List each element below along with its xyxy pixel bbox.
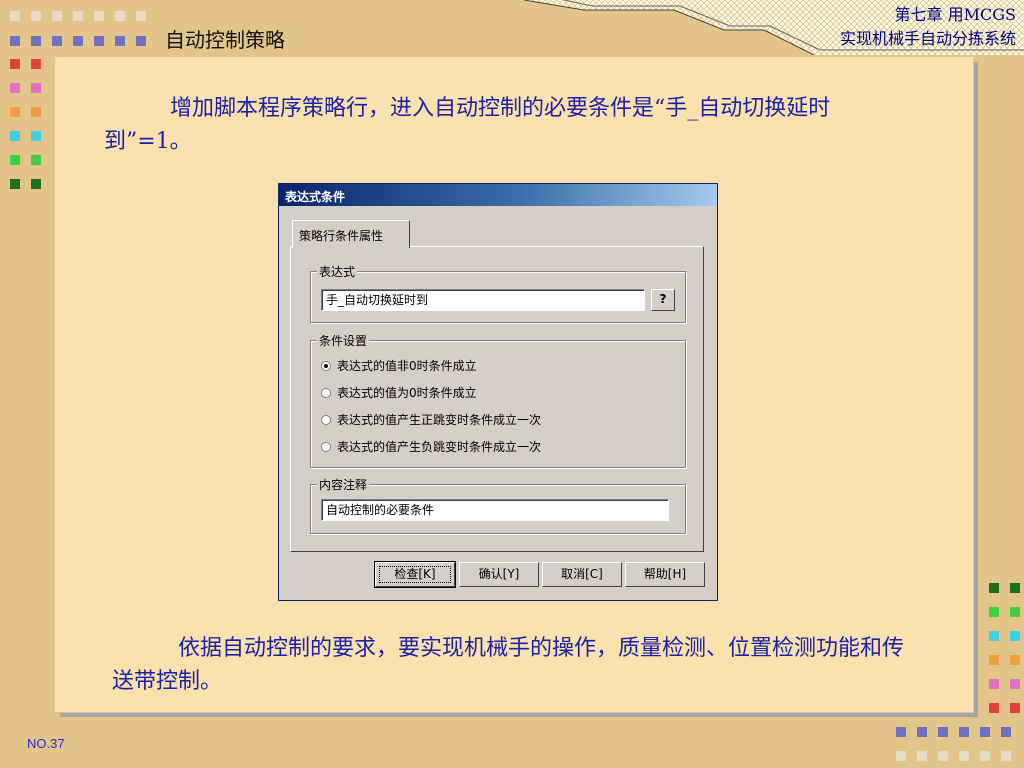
decor-square [73, 36, 83, 46]
decor-square [896, 751, 906, 761]
decor-square [31, 59, 41, 69]
decor-square [52, 36, 62, 46]
check-button[interactable]: 检查[K] [374, 561, 456, 588]
decor-square [989, 655, 999, 665]
decor-square [31, 36, 41, 46]
decor-square [31, 11, 41, 21]
decor-square [1010, 631, 1020, 641]
decor-square [136, 11, 146, 21]
decor-square [989, 583, 999, 593]
decor-square [980, 751, 990, 761]
decor-square [1010, 703, 1020, 713]
condition-group: 条件设置 表达式的值非0时条件成立 表达式的值为0时条件成立 表达式的值产生正跳… [310, 332, 686, 468]
chapter-line2: 实现机械手自动分拣系统 [839, 29, 1016, 48]
decor-square [1010, 655, 1020, 665]
slide-title: 自动控制策略 [165, 28, 285, 52]
decor-square [73, 11, 83, 21]
decor-square [989, 607, 999, 617]
decor-square [136, 36, 146, 46]
radio-nonzero-label: 表达式的值非0时条件成立 [337, 359, 477, 373]
decor-square [31, 131, 41, 141]
radio-nonzero[interactable]: 表达式的值非0时条件成立 [321, 357, 477, 377]
comment-group-label: 内容注释 [317, 476, 370, 493]
cancel-button-label: 取消[C] [561, 567, 603, 581]
condition-group-label: 条件设置 [317, 332, 370, 349]
comment-input[interactable]: 自动控制的必要条件 [321, 499, 669, 521]
decor-square [31, 179, 41, 189]
decor-square [10, 59, 20, 69]
decor-square [10, 36, 20, 46]
decor-square [31, 155, 41, 165]
decor-square [94, 11, 104, 21]
paragraph-2: 依据自动控制的要求，要实现机械手的操作，质量检测、位置检测功能和传送带控制。 [112, 632, 912, 698]
expression-condition-dialog: 表达式条件 策略行条件属性 表达式 手_自动切换延时到 ? 条件设置 表达式的值… [278, 183, 718, 601]
decor-square [989, 679, 999, 689]
decor-square [938, 751, 948, 761]
decor-square [94, 36, 104, 46]
expression-help-button[interactable]: ? [651, 289, 675, 311]
tab-sheet: 表达式 手_自动切换延时到 ? 条件设置 表达式的值非0时条件成立 表达式的值为… [290, 246, 704, 552]
help-button-label: 帮助[H] [643, 567, 687, 581]
decor-square [896, 727, 906, 737]
decor-square [1001, 727, 1011, 737]
radio-zero-label: 表达式的值为0时条件成立 [337, 386, 477, 400]
expression-input[interactable]: 手_自动切换延时到 [321, 289, 645, 311]
decor-square [989, 631, 999, 641]
ok-button[interactable]: 确认[Y] [459, 562, 539, 587]
paragraph-2-text: 依据自动控制的要求，要实现机械手的操作，质量检测、位置检测功能和传送带控制。 [112, 636, 905, 694]
dialog-titlebar: 表达式条件 [279, 184, 717, 206]
decor-square [52, 11, 62, 21]
radio-selected-icon [321, 361, 331, 371]
decor-square [917, 727, 927, 737]
decor-square [10, 83, 20, 93]
help-button[interactable]: 帮助[H] [625, 562, 705, 587]
chapter-line1: 第七章 用MCGS [894, 5, 1016, 24]
decor-square [1010, 583, 1020, 593]
radio-unselected-icon [321, 442, 331, 452]
decor-square [115, 11, 125, 21]
radio-falling-edge[interactable]: 表达式的值产生负跳变时条件成立一次 [321, 438, 541, 458]
paragraph-1-text: 增加脚本程序策略行，进入自动控制的必要条件是“手_自动切换延时到”=1。 [104, 96, 831, 154]
decor-square [980, 727, 990, 737]
radio-unselected-icon [321, 388, 331, 398]
decor-square [959, 727, 969, 737]
radio-falling-edge-label: 表达式的值产生负跳变时条件成立一次 [337, 440, 542, 454]
decor-square [917, 751, 927, 761]
cancel-button[interactable]: 取消[C] [542, 562, 622, 587]
decor-square [10, 11, 20, 21]
radio-rising-edge[interactable]: 表达式的值产生正跳变时条件成立一次 [321, 411, 541, 431]
decor-square [959, 751, 969, 761]
radio-unselected-icon [321, 415, 331, 425]
decor-square [989, 703, 999, 713]
decor-square [1010, 679, 1020, 689]
decor-square [31, 83, 41, 93]
tab-label: 策略行条件属性 [299, 229, 384, 243]
expression-group: 表达式 手_自动切换延时到 ? [310, 263, 686, 323]
decor-square [10, 131, 20, 141]
decor-square [10, 155, 20, 165]
expression-group-label: 表达式 [317, 263, 358, 280]
radio-rising-edge-label: 表达式的值产生正跳变时条件成立一次 [337, 413, 542, 427]
paragraph-1: 增加脚本程序策略行，进入自动控制的必要条件是“手_自动切换延时到”=1。 [104, 92, 904, 158]
chapter-heading: 第七章 用MCGS 实现机械手自动分拣系统 [840, 3, 1016, 51]
decor-square [1010, 607, 1020, 617]
decor-square [1001, 751, 1011, 761]
ok-button-label: 确认[Y] [478, 567, 520, 581]
decor-square [31, 107, 41, 117]
decor-square [10, 179, 20, 189]
tab-strategy-row-condition[interactable]: 策略行条件属性 [292, 220, 410, 248]
decor-square [938, 727, 948, 737]
dialog-title: 表达式条件 [285, 190, 346, 204]
decor-square [10, 107, 20, 117]
radio-zero[interactable]: 表达式的值为0时条件成立 [321, 384, 477, 404]
comment-group: 内容注释 自动控制的必要条件 [310, 476, 686, 534]
focus-ring [379, 566, 451, 583]
page-number: NO.37 [27, 736, 65, 751]
decor-square [115, 36, 125, 46]
